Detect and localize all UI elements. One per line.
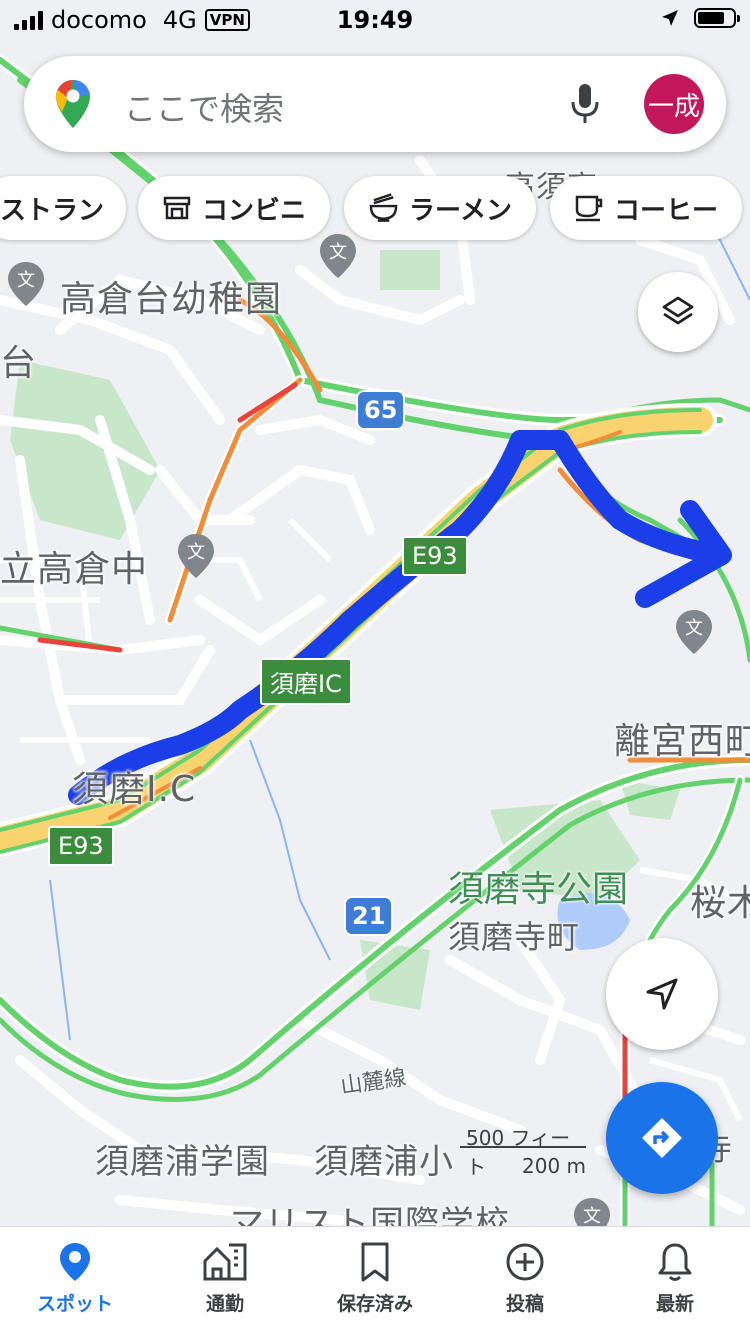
coffee-icon <box>575 195 603 222</box>
map-scale: 500 フィート 200 m <box>460 1120 590 1180</box>
svg-text:文: 文 <box>583 1206 601 1227</box>
search-bar[interactable]: ここで検索 一成 <box>24 56 726 152</box>
label-sumadera-town[interactable]: 須磨寺町 <box>448 912 580 958</box>
label-dai: 台 <box>0 343 38 384</box>
layers-button[interactable] <box>638 272 718 352</box>
directions-icon <box>642 1118 682 1158</box>
bookmark-icon <box>361 1242 389 1282</box>
nav-label: 通勤 <box>205 1293 244 1315</box>
route-21-shield: 21 <box>344 896 394 936</box>
label-sumadera-park[interactable]: 須磨寺公園 <box>448 860 628 912</box>
label-rikyu-nishi[interactable]: 離宮西町 <box>614 712 750 764</box>
navigation-arrow-icon <box>646 978 678 1010</box>
battery-icon <box>694 8 740 28</box>
pin-icon <box>60 1243 90 1281</box>
microphone-icon[interactable] <box>570 82 600 126</box>
svg-text:文: 文 <box>329 242 347 263</box>
label-suma-ic[interactable]: 須磨I.C <box>72 760 196 812</box>
chip-ramen[interactable]: ラーメン <box>344 176 536 240</box>
bottom-navigation: スポット 通勤 保存済み 投稿 最新 <box>0 1226 750 1335</box>
highway-sign-e93-upper: E93 <box>402 536 468 576</box>
nav-label: 最新 <box>655 1293 694 1315</box>
directions-button[interactable] <box>606 1082 718 1194</box>
nav-commute[interactable]: 通勤 <box>150 1227 300 1335</box>
status-bar: docomo 4G VPN 19:49 <box>0 0 750 40</box>
school-pin-icon[interactable]: 文 <box>318 232 358 280</box>
nav-explore[interactable]: スポット <box>0 1227 150 1335</box>
label-sumaura[interactable]: 須磨浦小 <box>314 1134 454 1183</box>
route-65-shield: 65 <box>356 390 406 430</box>
label-sumaura-gakuen[interactable]: 須磨浦学園 <box>95 1134 270 1183</box>
svg-text:文: 文 <box>685 618 703 639</box>
label-sakura: 桜木 <box>690 883 750 924</box>
chip-label: コンビニ <box>201 195 306 226</box>
avatar[interactable]: 一成 <box>644 74 704 134</box>
my-location-button[interactable] <box>606 938 718 1050</box>
add-circle-icon <box>506 1243 544 1281</box>
store-icon <box>163 196 191 220</box>
scale-meters: 200 m <box>522 1154 587 1178</box>
chip-convenience-store[interactable]: コンビニ <box>138 176 330 240</box>
label-takakuradai-kindergarten[interactable]: 高倉台幼稚園 <box>60 270 282 322</box>
chip-label: コーヒー <box>613 195 718 226</box>
school-pin-icon[interactable]: 文 <box>674 608 714 656</box>
nav-saved[interactable]: 保存済み <box>300 1227 450 1335</box>
commute-icon <box>203 1243 247 1281</box>
bell-icon <box>658 1243 692 1281</box>
highway-sign-e93: E93 <box>48 826 114 866</box>
ramen-icon <box>369 193 398 222</box>
label-takakura-middle[interactable]: 立高倉中 <box>0 540 148 592</box>
nav-label: 投稿 <box>505 1293 544 1315</box>
nav-updates[interactable]: 最新 <box>600 1227 750 1335</box>
svg-text:文: 文 <box>187 542 205 563</box>
chip-restaurant[interactable]: ストラン <box>0 176 126 240</box>
chip-label: ストラン <box>0 195 105 226</box>
search-input[interactable]: ここで検索 <box>124 84 284 130</box>
nav-label: 保存済み <box>336 1293 413 1315</box>
nav-contribute[interactable]: 投稿 <box>450 1227 600 1335</box>
scale-bar <box>460 1146 586 1148</box>
chip-coffee[interactable]: コーヒー <box>550 176 742 240</box>
school-pin-icon[interactable]: 文 <box>6 260 46 308</box>
nav-label: スポット <box>36 1293 113 1315</box>
chip-label: ラーメン <box>409 195 512 226</box>
highway-sign-suma-ic: 須磨IC <box>260 658 352 705</box>
location-arrow-icon <box>662 10 678 26</box>
layers-icon <box>662 296 694 325</box>
clock: 19:49 <box>336 6 414 34</box>
school-pin-icon[interactable]: 文 <box>176 532 216 580</box>
google-maps-logo-icon <box>56 80 90 128</box>
svg-text:文: 文 <box>17 270 35 291</box>
